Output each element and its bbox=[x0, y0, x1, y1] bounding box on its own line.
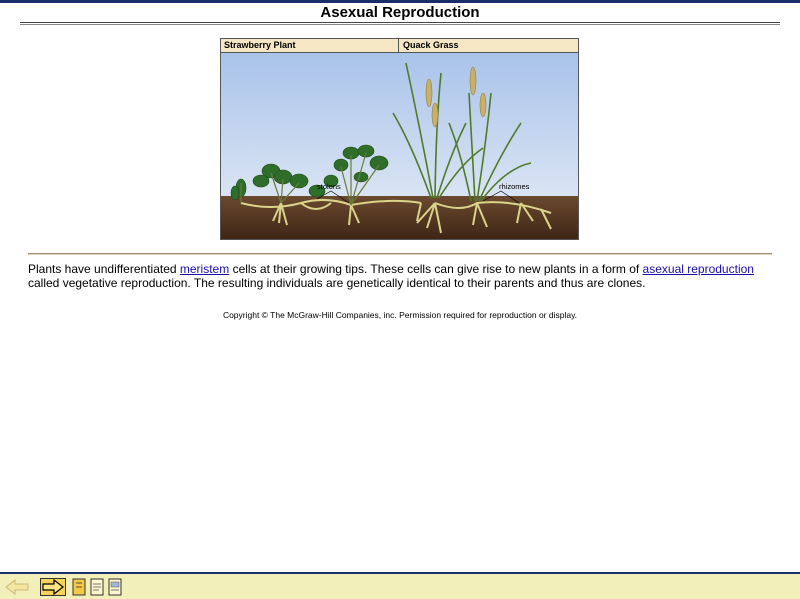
caption-part3: called vegetative reproduction. The resu… bbox=[28, 276, 646, 290]
page-title: Asexual Reproduction bbox=[320, 4, 480, 21]
plant-figure: Strawberry Plant Quack Grass stolons rhi… bbox=[220, 38, 579, 240]
document-icon[interactable] bbox=[108, 578, 122, 596]
top-bar bbox=[0, 0, 800, 3]
back-arrow-icon[interactable] bbox=[4, 578, 30, 596]
page-icon[interactable] bbox=[90, 578, 104, 596]
figure-header: Strawberry Plant Quack Grass bbox=[221, 39, 578, 53]
stolons-label: stolons bbox=[317, 182, 341, 191]
figure-divider bbox=[28, 253, 772, 255]
quack-grass-header: Quack Grass bbox=[403, 40, 459, 50]
caption-text: Plants have undifferentiated meristem ce… bbox=[28, 262, 772, 290]
title-divider bbox=[20, 22, 780, 25]
caption-part1: Plants have undifferentiated bbox=[28, 262, 180, 276]
copyright-notice: Copyright © The McGraw-Hill Companies, i… bbox=[222, 310, 578, 320]
caption-part2: cells at their growing tips. These cells… bbox=[229, 262, 643, 276]
strawberry-header: Strawberry Plant bbox=[224, 40, 296, 50]
plant-illustration: stolons rhizomes bbox=[221, 53, 578, 239]
meristem-link[interactable]: meristem bbox=[180, 262, 229, 276]
notes-icon[interactable] bbox=[72, 578, 86, 596]
header-divider bbox=[398, 39, 399, 53]
forward-arrow-icon[interactable] bbox=[40, 578, 66, 596]
asexual-reproduction-link[interactable]: asexual reproduction bbox=[643, 262, 754, 276]
navigation-toolbar bbox=[0, 572, 800, 599]
rhizomes-label: rhizomes bbox=[499, 182, 530, 191]
